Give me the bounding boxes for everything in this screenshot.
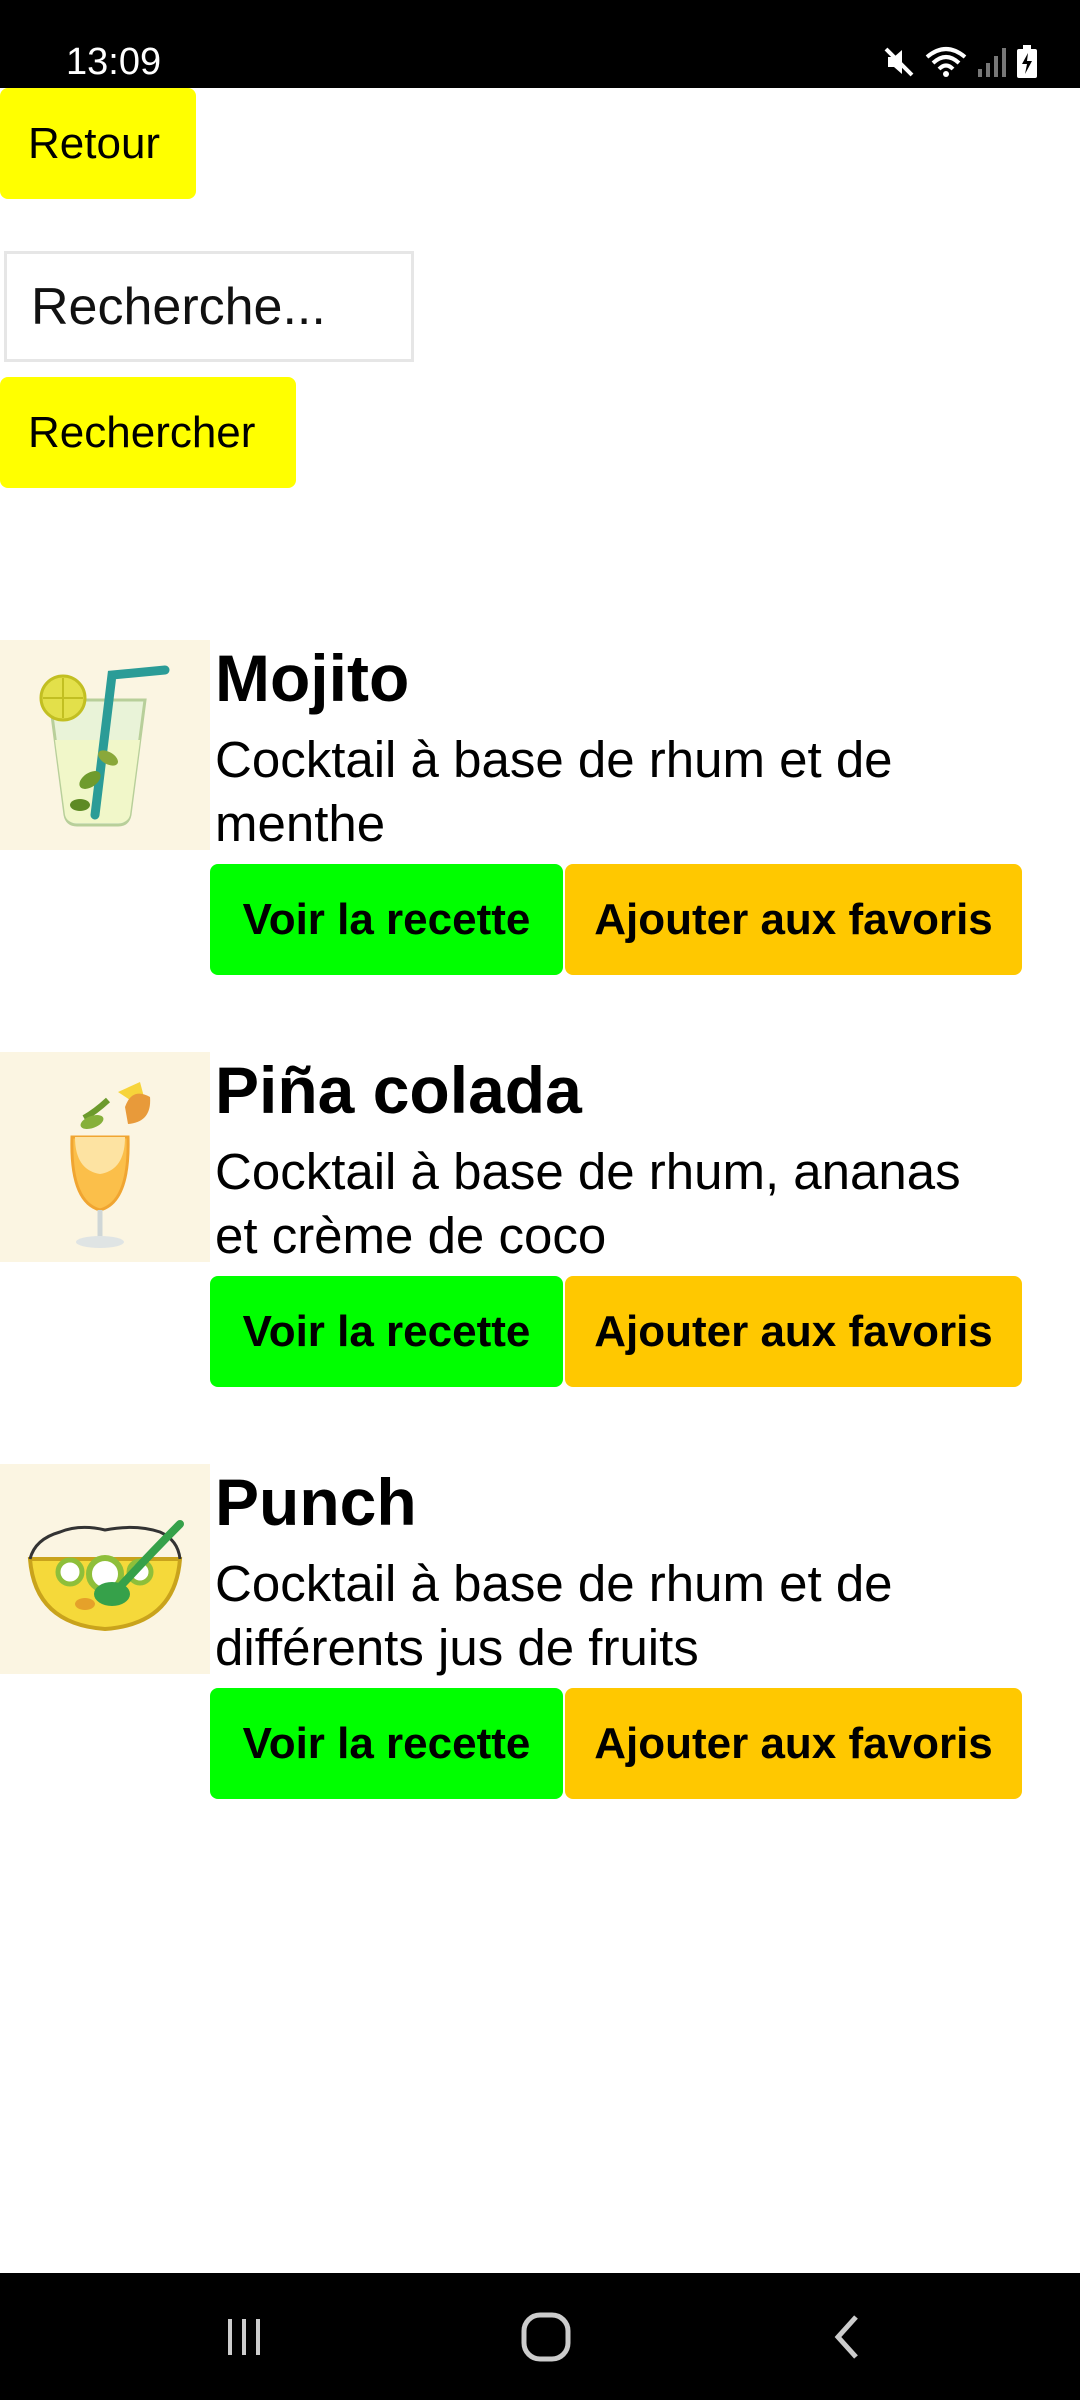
add-favorite-button[interactable]: Ajouter aux favoris [565, 864, 1022, 975]
back-button[interactable]: Retour [0, 88, 196, 199]
cocktail-card-punch: Punch Cocktail à base de rhum et de diff… [0, 1464, 1080, 1844]
cocktail-card-mojito: Mojito Cocktail à base de rhum et de men… [0, 640, 1080, 1020]
navigation-bar [0, 2273, 1080, 2400]
signal-icon [976, 45, 1008, 79]
cocktail-description: Cocktail à base de rhum, ananas et crème… [215, 1143, 961, 1264]
recent-apps-icon[interactable] [184, 2273, 304, 2400]
status-time: 13:09 [66, 41, 162, 83]
pina-colada-image [0, 1052, 210, 1262]
status-bar: 13:09 [0, 0, 1080, 88]
home-icon[interactable] [486, 2273, 606, 2400]
view-recipe-button[interactable]: Voir la recette [210, 1276, 563, 1387]
add-favorite-button[interactable]: Ajouter aux favoris [565, 1276, 1022, 1387]
search-button[interactable]: Rechercher [0, 377, 296, 488]
mojito-image [0, 640, 210, 850]
cocktail-card-pina-colada: Piña colada Cocktail à base de rhum, ana… [0, 1052, 1080, 1432]
view-recipe-button[interactable]: Voir la recette [210, 1688, 563, 1799]
back-icon[interactable] [788, 2273, 908, 2400]
status-icons [882, 40, 1038, 84]
wifi-icon [924, 45, 968, 79]
search-input[interactable] [4, 251, 414, 362]
cocktail-name: Mojito [215, 641, 410, 715]
cocktail-description: Cocktail à base de rhum et de menthe [215, 731, 893, 852]
punch-image [0, 1464, 210, 1674]
cocktail-name: Punch [215, 1465, 417, 1539]
mute-icon [882, 45, 916, 79]
view-recipe-button[interactable]: Voir la recette [210, 864, 563, 975]
cocktail-description: Cocktail à base de rhum et de différents… [215, 1555, 893, 1676]
add-favorite-button[interactable]: Ajouter aux favoris [565, 1688, 1022, 1799]
cocktail-name: Piña colada [215, 1053, 582, 1127]
battery-charging-icon [1016, 45, 1038, 79]
